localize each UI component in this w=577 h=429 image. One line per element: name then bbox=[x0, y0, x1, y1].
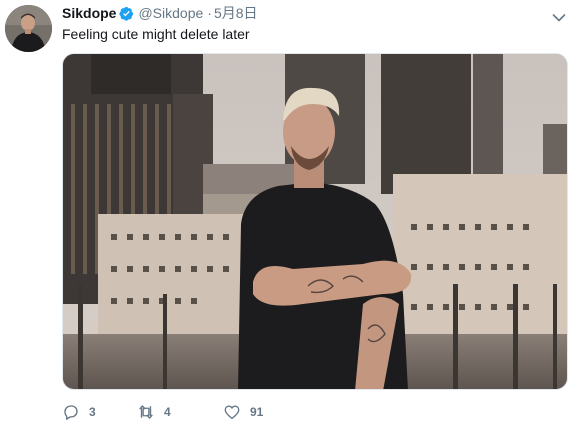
retweet-count: 4 bbox=[164, 405, 171, 419]
retweet-button[interactable]: 4 bbox=[137, 403, 223, 421]
retweet-icon bbox=[137, 403, 155, 421]
chevron-down-icon[interactable] bbox=[552, 10, 566, 22]
tweet-card[interactable]: Sikdope @Sikdope · 5月8日 Feeling cute mig… bbox=[0, 0, 577, 429]
avatar[interactable] bbox=[5, 5, 52, 52]
tweet-date[interactable]: 5月8日 bbox=[214, 4, 258, 22]
reply-button[interactable]: 3 bbox=[62, 403, 137, 421]
like-count: 91 bbox=[250, 405, 264, 419]
like-icon bbox=[223, 403, 241, 421]
reply-icon bbox=[62, 403, 80, 421]
handle[interactable]: @Sikdope bbox=[138, 4, 203, 22]
tweet-header: Sikdope @Sikdope · 5月8日 bbox=[62, 4, 258, 22]
like-button[interactable]: 91 bbox=[223, 403, 263, 421]
tweet-text: Feeling cute might delete later bbox=[62, 26, 250, 42]
tweet-photo[interactable] bbox=[62, 53, 568, 390]
verified-badge-icon bbox=[119, 6, 134, 21]
tweet-actions: 3 4 91 bbox=[62, 401, 263, 423]
separator-dot: · bbox=[207, 5, 212, 21]
reply-count: 3 bbox=[89, 405, 96, 419]
display-name[interactable]: Sikdope bbox=[62, 4, 116, 22]
